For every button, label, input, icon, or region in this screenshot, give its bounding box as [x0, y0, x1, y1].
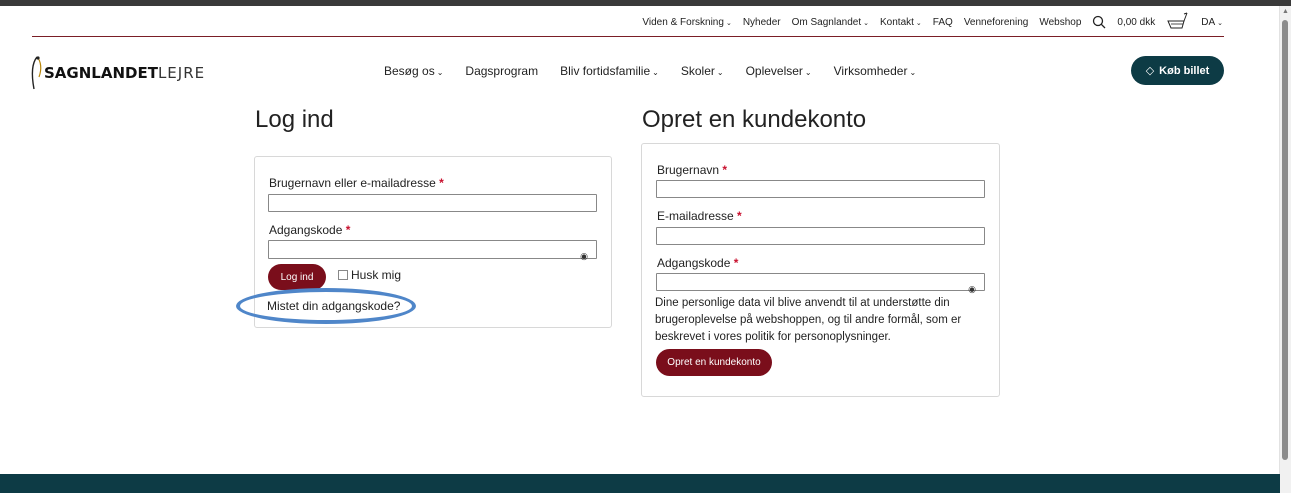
scroll-up-icon[interactable]: ▲: [1282, 8, 1289, 15]
chevron-down-icon: ⌄: [725, 19, 732, 27]
register-email-label: E-mailadresse *: [657, 209, 742, 223]
chevron-down-icon: ⌄: [804, 68, 812, 77]
show-password-icon[interactable]: ◉: [968, 284, 976, 295]
search-icon[interactable]: [1092, 15, 1106, 29]
login-password-input[interactable]: ◉: [268, 240, 597, 262]
register-email-input[interactable]: [656, 227, 985, 245]
nav-item-bliv-fortidsfamilie[interactable]: Bliv fortidsfamilie ⌄: [560, 64, 659, 78]
logo[interactable]: SAGNLANDETLEJRE: [28, 55, 205, 91]
register-password-label: Adgangskode *: [657, 256, 739, 270]
utility-item-om-sagnlandet[interactable]: Om Sagnlandet ⌄: [792, 17, 869, 28]
remember-me-label: Husk mig: [351, 268, 402, 282]
ticket-icon: ◇: [1145, 65, 1155, 77]
register-username-input[interactable]: [656, 180, 985, 198]
login-button[interactable]: Log ind: [268, 264, 326, 290]
login-password-label: Adgangskode *: [269, 223, 351, 237]
chevron-down-icon: ⌄: [652, 68, 659, 77]
nav-item-besog-os[interactable]: Besøg os ⌄: [384, 64, 443, 78]
window-top-bar: [0, 0, 1291, 6]
utility-item-viden-forskning[interactable]: Viden & Forskning ⌄: [642, 17, 731, 28]
buy-ticket-button[interactable]: ◇ Køb billet: [1131, 56, 1224, 85]
chevron-down-icon: ⌄: [436, 68, 444, 77]
footer: [0, 474, 1280, 493]
chevron-down-icon: ⌄: [716, 68, 724, 77]
privacy-notice: Dine personlige data vil blive anvendt t…: [655, 297, 962, 343]
logo-figure-icon: [31, 56, 42, 90]
utility-item-kontakt[interactable]: Kontakt ⌄: [880, 17, 922, 28]
highlight-annotation: [236, 288, 416, 324]
login-username-input[interactable]: [268, 194, 597, 212]
language-selector[interactable]: DA ⌄: [1201, 17, 1223, 28]
login-heading: Log ind: [255, 106, 334, 133]
cart-total[interactable]: 0,00 dkk: [1117, 17, 1155, 28]
nav-item-oplevelser[interactable]: Oplevelser ⌄: [746, 64, 812, 78]
utility-item-venneforening[interactable]: Venneforening: [964, 17, 1029, 28]
main-nav: Besøg os ⌄ Dagsprogram Bliv fortidsfamili…: [384, 64, 916, 78]
chevron-down-icon: ⌄: [1217, 19, 1223, 27]
scrollbar-thumb[interactable]: [1282, 20, 1288, 460]
login-username-label: Brugernavn eller e-mailadresse *: [269, 176, 444, 190]
show-password-icon[interactable]: ◉: [580, 251, 588, 262]
chevron-down-icon: ⌄: [863, 19, 869, 27]
header-divider: [32, 36, 1224, 37]
logo-wordmark-bold: SAGNLANDET: [44, 64, 158, 82]
nav-item-dagsprogram[interactable]: Dagsprogram: [465, 64, 538, 78]
utility-item-nyheder[interactable]: Nyheder: [743, 17, 781, 28]
chevron-down-icon: ⌄: [915, 19, 922, 27]
register-username-label: Brugernavn *: [657, 163, 728, 177]
chevron-down-icon: ⌄: [909, 68, 917, 77]
nav-item-virksomheder[interactable]: Virksomheder ⌄: [834, 64, 917, 78]
register-button[interactable]: Opret en kundekonto: [656, 349, 772, 376]
vertical-scrollbar[interactable]: ▲: [1279, 6, 1291, 493]
remember-me-checkbox[interactable]: [338, 270, 348, 280]
register-password-input[interactable]: ◉: [656, 273, 985, 294]
utility-nav: Viden & Forskning ⌄ Nyheder Om Sagnlandet…: [642, 12, 1223, 32]
logo-wordmark-light: LEJRE: [157, 64, 206, 82]
nav-item-skoler[interactable]: Skoler ⌄: [681, 64, 724, 78]
utility-item-webshop[interactable]: Webshop: [1039, 17, 1081, 28]
utility-item-faq[interactable]: FAQ: [933, 17, 953, 28]
register-heading: Opret en kundekonto: [642, 106, 867, 133]
cart-icon[interactable]: [1166, 12, 1190, 32]
